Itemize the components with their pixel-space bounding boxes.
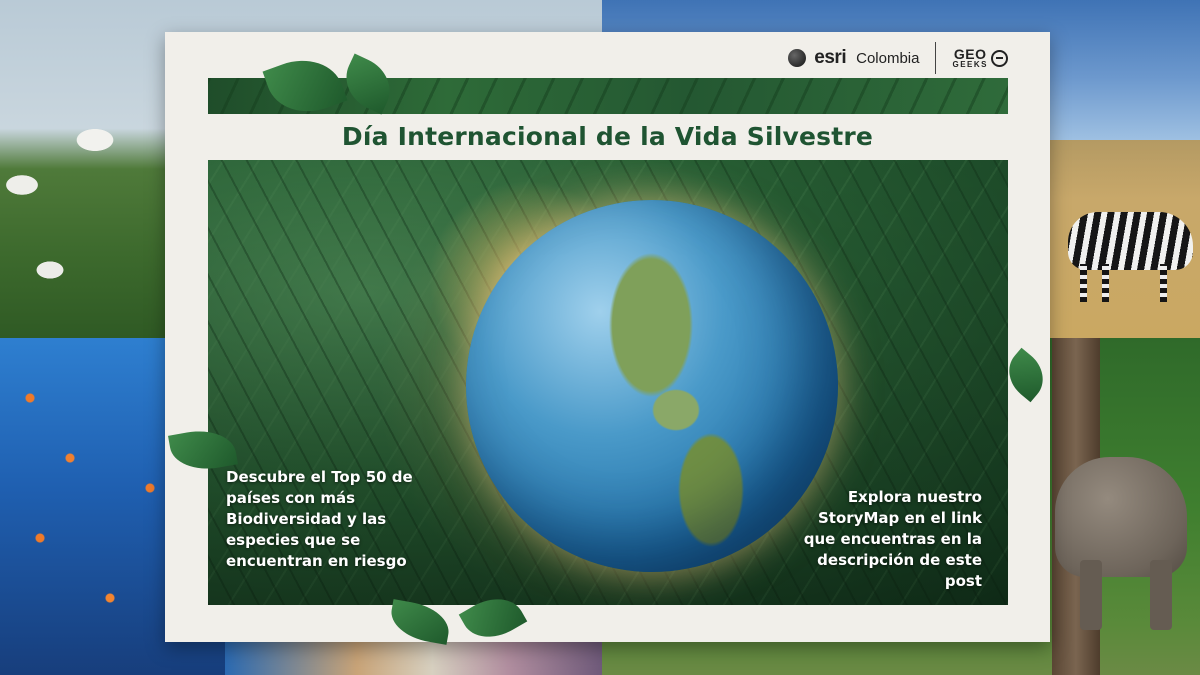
geogeeks-logo-bottom: GEEKS — [952, 60, 988, 69]
zebra-leg — [1160, 264, 1167, 302]
brand-country: Colombia — [856, 49, 920, 67]
page-title: Día Internacional de la Vida Silvestre — [341, 122, 874, 151]
brand-logos: esri Colombia GEO GEEKS — [788, 42, 1008, 74]
zebra-photo — [1050, 140, 1200, 338]
esri-globe-icon — [788, 49, 807, 67]
geogeeks-logo-top: GEO — [953, 46, 987, 62]
geogeeks-logo: GEO GEEKS — [952, 47, 1008, 69]
esri-logo: esri — [814, 47, 847, 68]
main-card: esri Colombia GEO GEEKS Día Internaciona… — [165, 32, 1054, 650]
leaf-icon — [387, 599, 453, 645]
biodiversity-text: Descubre el Top 50 de países con más Bio… — [226, 468, 413, 570]
elephant-leg — [1080, 560, 1102, 630]
brand-divider — [935, 42, 937, 74]
storymap-text: Explora nuestro StoryMap en el link que … — [803, 488, 982, 590]
elephant — [1055, 457, 1187, 577]
zebra — [1068, 212, 1193, 270]
geogeeks-face-icon — [991, 49, 1008, 67]
zebra-leg — [1080, 264, 1087, 302]
coral-photo — [225, 642, 602, 675]
elephant-leg — [1150, 560, 1172, 630]
zebra-leg — [1102, 264, 1109, 302]
globe-in-leaves-photo: Descubre el Top 50 de países con más Bio… — [208, 160, 1008, 605]
